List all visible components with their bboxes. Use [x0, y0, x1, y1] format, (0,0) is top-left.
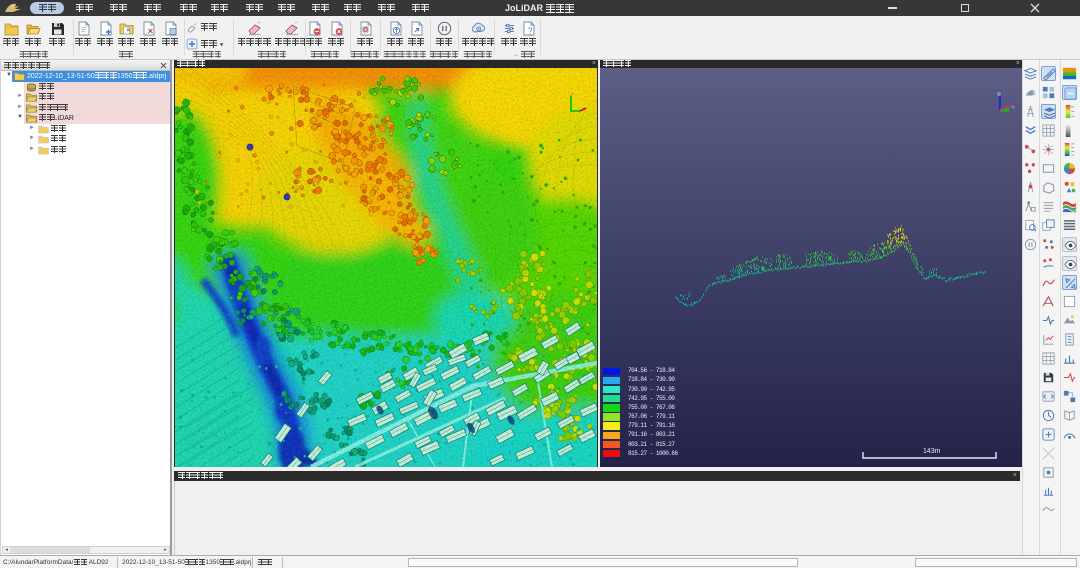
svg-text:?: ? — [528, 27, 533, 36]
svg-text:143m: 143m — [923, 448, 941, 455]
